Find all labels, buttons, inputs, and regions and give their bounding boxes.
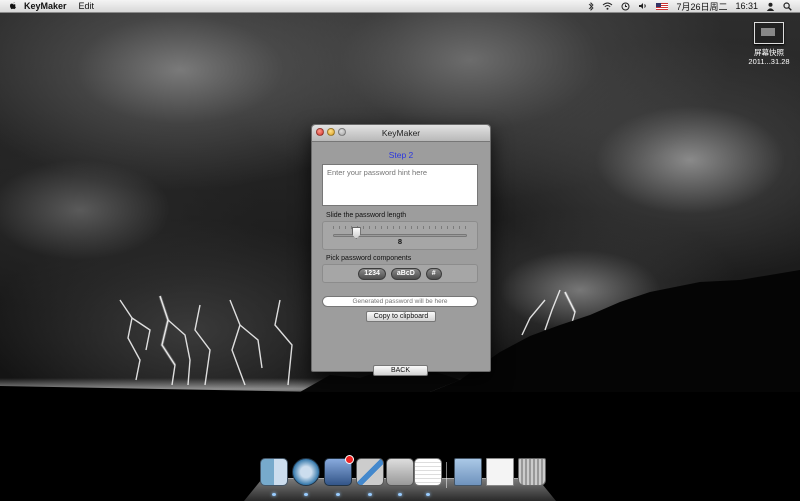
desktop-screenshot-file[interactable]: 屏幕快照 2011...31.28: [744, 22, 794, 66]
menubar-date[interactable]: 7月26日周二: [676, 0, 727, 13]
running-indicator: [336, 493, 340, 496]
window-titlebar[interactable]: KeyMaker: [312, 125, 490, 142]
copy-to-clipboard-button[interactable]: Copy to clipboard: [366, 311, 436, 322]
dock-preview[interactable]: [386, 458, 414, 496]
user-icon[interactable]: [766, 2, 775, 11]
window-title: KeyMaker: [381, 128, 421, 138]
password-hint-input[interactable]: [322, 164, 478, 206]
desktop-file-label-line2: 2011...31.28: [748, 57, 790, 66]
dock-safari[interactable]: [292, 458, 320, 496]
menu-bar: KeyMaker Edit 7月26日周二 16:31: [0, 0, 800, 13]
unread-badge: [345, 455, 354, 464]
keymaker-window: KeyMaker Step 2 Slide the password lengt…: [311, 124, 491, 376]
zoom-window-button[interactable]: [338, 128, 346, 136]
length-group: 8: [322, 221, 478, 250]
back-button[interactable]: BACK: [373, 365, 428, 376]
desktop-file-label-line1: 屏幕快照: [754, 48, 784, 57]
running-indicator: [426, 493, 430, 496]
dock-textedit[interactable]: [414, 458, 442, 496]
window-controls: [316, 128, 346, 136]
minimize-window-button[interactable]: [327, 128, 335, 136]
components-label: Pick password components: [326, 255, 412, 262]
length-label: Slide the password length: [326, 212, 407, 219]
wifi-icon[interactable]: [602, 2, 613, 10]
close-window-button[interactable]: [316, 128, 324, 136]
dock-xcode[interactable]: [356, 458, 384, 496]
flag-icon[interactable]: [656, 2, 669, 10]
running-indicator: [398, 493, 402, 496]
document-icon: [486, 458, 514, 486]
dock-documents[interactable]: [486, 458, 514, 488]
dock-separator: [446, 462, 447, 488]
dock-trash[interactable]: [518, 458, 546, 488]
bluetooth-icon[interactable]: [588, 1, 595, 11]
preview-icon: [386, 458, 414, 486]
dock: [256, 455, 556, 498]
textedit-icon: [414, 458, 442, 486]
folder-icon: [454, 458, 482, 486]
letters-toggle[interactable]: aBcD: [390, 268, 421, 280]
menu-edit[interactable]: Edit: [79, 1, 95, 11]
screenshot-thumbnail-icon: [754, 22, 784, 44]
step-label: Step 2: [388, 150, 414, 160]
menubar-time[interactable]: 16:31: [735, 1, 758, 11]
time-machine-icon[interactable]: [621, 2, 630, 11]
trash-icon: [518, 458, 546, 486]
symbols-toggle[interactable]: #: [425, 268, 442, 280]
app-menu-keymaker[interactable]: KeyMaker: [24, 1, 67, 11]
xcode-icon: [356, 458, 384, 486]
running-indicator: [368, 493, 372, 496]
running-indicator: [272, 493, 276, 496]
components-group: 1234 aBcD #: [322, 264, 478, 283]
dock-mail[interactable]: [324, 455, 354, 496]
window-content: Step 2 Slide the password length 8 Pick …: [312, 142, 490, 376]
safari-icon: [292, 458, 320, 486]
symbols-toggle-label: #: [431, 270, 436, 277]
length-value: 8: [397, 237, 403, 246]
dock-folder[interactable]: [454, 458, 482, 488]
running-indicator: [304, 493, 308, 496]
components-row: 1234 aBcD #: [323, 268, 477, 280]
digits-toggle[interactable]: 1234: [358, 268, 386, 280]
volume-icon[interactable]: [638, 2, 648, 10]
status-area: 7月26日周二 16:31: [588, 0, 800, 13]
dock-finder[interactable]: [260, 458, 288, 496]
generated-password-field[interactable]: [322, 296, 478, 307]
finder-icon: [260, 458, 288, 486]
apple-menu-icon[interactable]: [8, 1, 18, 11]
spotlight-icon[interactable]: [783, 1, 792, 11]
